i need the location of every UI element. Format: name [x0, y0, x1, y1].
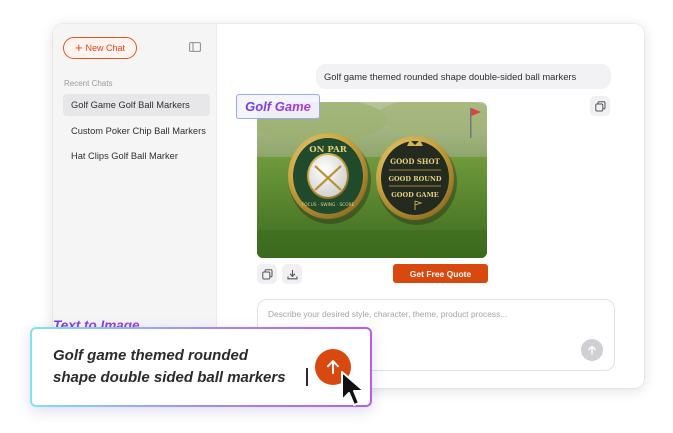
mouse-pointer-icon	[341, 371, 365, 406]
text-to-image-card: Golf game themed rounded shape double si…	[30, 327, 372, 407]
prompt-line-1: Golf game themed rounded	[53, 347, 249, 364]
text-to-image-prompt[interactable]: Golf game themed rounded shape double si…	[53, 345, 313, 389]
sidebar-collapse-icon[interactable]	[189, 42, 201, 52]
image-tag-badge: Golf Game	[236, 94, 320, 119]
plus-icon: +	[74, 40, 83, 55]
copy-message-button[interactable]	[590, 96, 610, 116]
prompt-input[interactable]: Describe your desired style, character, …	[268, 309, 507, 319]
copy-icon	[261, 268, 272, 279]
generated-image[interactable]: ON PAR FOCUS · SWING · SCORE GOOD SHOT G…	[257, 102, 487, 258]
image-tag-text: Golf Game	[245, 99, 311, 114]
sidebar-item-golf-game[interactable]: Golf Game Golf Ball Markers	[63, 94, 210, 116]
new-chat-label: New Chat	[85, 43, 126, 53]
arrow-up-icon	[588, 345, 596, 355]
coin-right-line3: GOOD GAME	[391, 191, 439, 199]
new-chat-button[interactable]: + New Chat	[63, 37, 137, 59]
download-image-button[interactable]	[282, 264, 302, 284]
recent-chats-heading: Recent Chats	[64, 79, 113, 88]
sidebar-item-hat-clips[interactable]: Hat Clips Golf Ball Marker	[63, 145, 210, 167]
send-button[interactable]	[581, 339, 603, 361]
coin-right-line2: GOOD ROUND	[388, 175, 441, 183]
prompt-line-2: shape double sided ball markers	[53, 369, 286, 386]
sidebar-item-poker-chip[interactable]: Custom Poker Chip Ball Markers	[63, 120, 210, 142]
copy-image-button[interactable]	[257, 264, 277, 284]
coin-left-bottom-text: FOCUS · SWING · SCORE	[302, 202, 355, 208]
get-free-quote-button[interactable]: Get Free Quote	[393, 264, 488, 283]
text-caret	[306, 368, 308, 386]
copy-icon	[594, 100, 605, 111]
coin-left-top-text: ON PAR	[309, 145, 348, 155]
coin-right-line1: GOOD SHOT	[390, 157, 440, 166]
user-message-bubble: Golf game themed rounded shape double-si…	[316, 64, 611, 89]
download-icon	[286, 269, 298, 279]
